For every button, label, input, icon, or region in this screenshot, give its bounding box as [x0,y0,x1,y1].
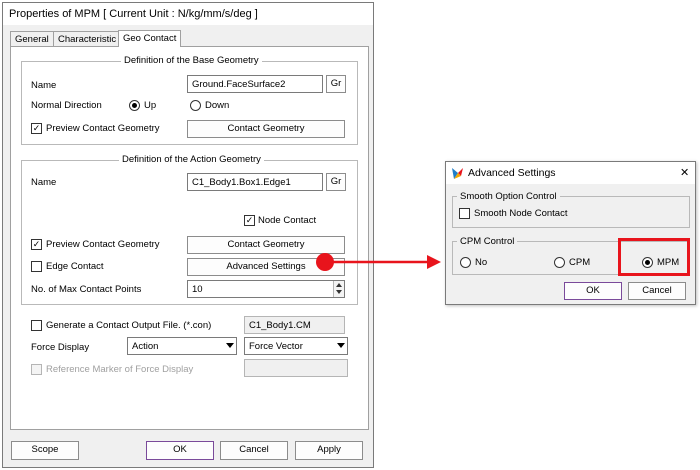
advanced-settings-dialog: Advanced Settings ✕ Smooth Option Contro… [445,161,696,305]
adv-ok-button[interactable]: OK [564,282,622,300]
advanced-settings-title: Advanced Settings [446,162,695,184]
smooth-node-contact-label: Smooth Node Contact [474,208,568,219]
tab-geo-contact[interactable]: Geo Contact [118,30,182,47]
cpm-no-radio[interactable] [460,257,471,268]
annotation-arrow-head [427,255,441,269]
close-icon[interactable]: ✕ [680,166,689,179]
cpm-control-title: CPM Control [457,236,518,247]
app-logo-icon [452,168,463,179]
smooth-option-title: Smooth Option Control [457,191,560,202]
cpm-mpm-radio[interactable] [642,257,653,268]
cpm-mpm-label: MPM [657,257,680,268]
adv-cancel-button[interactable]: Cancel [628,282,686,300]
smooth-node-contact-checkbox[interactable] [459,208,470,219]
cpm-no-label: No [475,257,488,268]
cpm-cpm-radio[interactable] [554,257,565,268]
cpm-cpm-label: CPM [569,257,591,268]
mpm-highlight-box [618,238,690,276]
